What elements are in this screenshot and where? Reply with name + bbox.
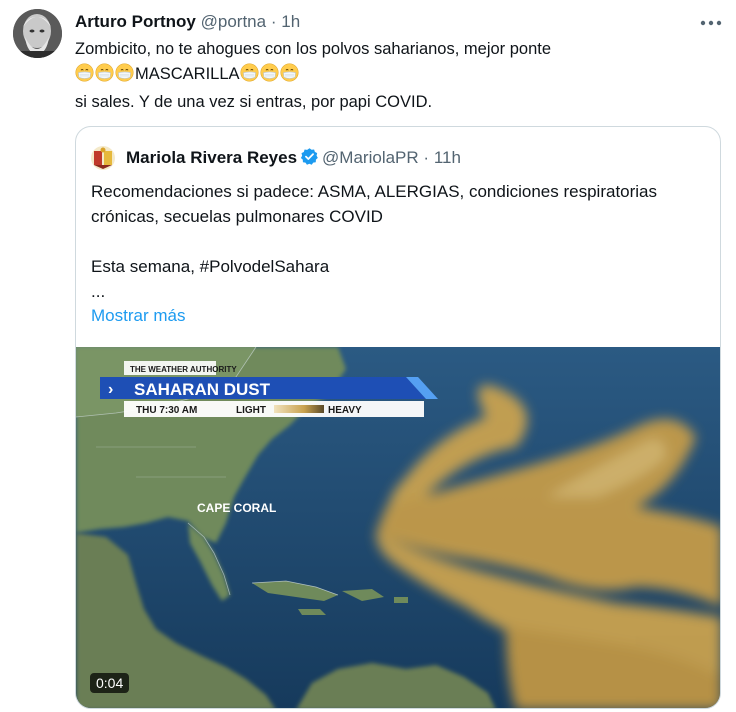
legend-light: LIGHT (236, 405, 266, 416)
face-with-medical-mask-emoji (95, 63, 114, 82)
author-handle[interactable]: @portna (201, 12, 266, 31)
map-place-label: CAPE CORAL (197, 501, 276, 515)
mascarilla-word: MASCARILLA (135, 65, 240, 83)
tweet-header: Arturo Portnoy @portna · 1h (75, 11, 300, 33)
face-with-medical-mask-emoji (280, 63, 299, 82)
face-with-medical-mask-emoji (75, 63, 94, 82)
quoted-text-line-2: crónicas, secuelas pulmonares COVID (91, 207, 383, 226)
author-name[interactable]: Arturo Portnoy (75, 12, 196, 31)
quoted-tweet-timestamp[interactable]: 11h (434, 148, 461, 167)
banner-chevron: › (108, 381, 113, 398)
quoted-author-handle[interactable]: @MariolaPR (322, 148, 419, 167)
face-with-medical-mask-emoji (115, 63, 134, 82)
tweet-timestamp[interactable]: 1h (281, 12, 300, 31)
header-separator: · (270, 12, 277, 31)
verified-badge-icon (300, 147, 319, 166)
quoted-text-line-1: Recomendaciones si padece: ASMA, ALERGIA… (91, 182, 658, 201)
tweet-text-line-3: si sales. Y de una vez si entras, por pa… (75, 93, 433, 111)
tweet-text-line-2: MASCARILLA (75, 63, 300, 85)
quoted-text-line-3: Esta semana, #PolvodelSahara (91, 257, 330, 276)
banner-title: SAHARAN DUST (134, 380, 271, 399)
quoted-tweet-header: Mariola Rivera Reyes @MariolaPR · 11h (126, 147, 461, 169)
quoted-author-avatar[interactable] (91, 146, 115, 170)
author-avatar[interactable] (13, 9, 62, 58)
face-with-medical-mask-emoji (260, 63, 279, 82)
banner-time: THU 7:30 AM (136, 405, 197, 416)
tweet-text-line-1: Zombicito, no te ahogues con los polvos … (75, 40, 552, 58)
legend-heavy: HEAVY (328, 405, 362, 416)
show-more-link[interactable]: Mostrar más (91, 304, 185, 328)
weather-brand-label: THE WEATHER AUTHORITY (130, 365, 237, 374)
more-horizontal-icon[interactable] (699, 16, 723, 28)
face-with-medical-mask-emoji (240, 63, 259, 82)
quoted-header-separator: · (423, 148, 430, 167)
quoted-tweet[interactable]: Mariola Rivera Reyes @MariolaPR · 11h Rec… (75, 126, 721, 709)
weather-map: CAPE CORAL THE WEATHER AUTHORITY › SAHAR… (76, 347, 720, 708)
quoted-text-ellipsis: ... (91, 282, 106, 301)
quoted-author-name[interactable]: Mariola Rivera Reyes (126, 148, 297, 167)
video-duration-badge: 0:04 (90, 673, 130, 693)
video-player[interactable]: CAPE CORAL THE WEATHER AUTHORITY › SAHAR… (76, 347, 720, 708)
